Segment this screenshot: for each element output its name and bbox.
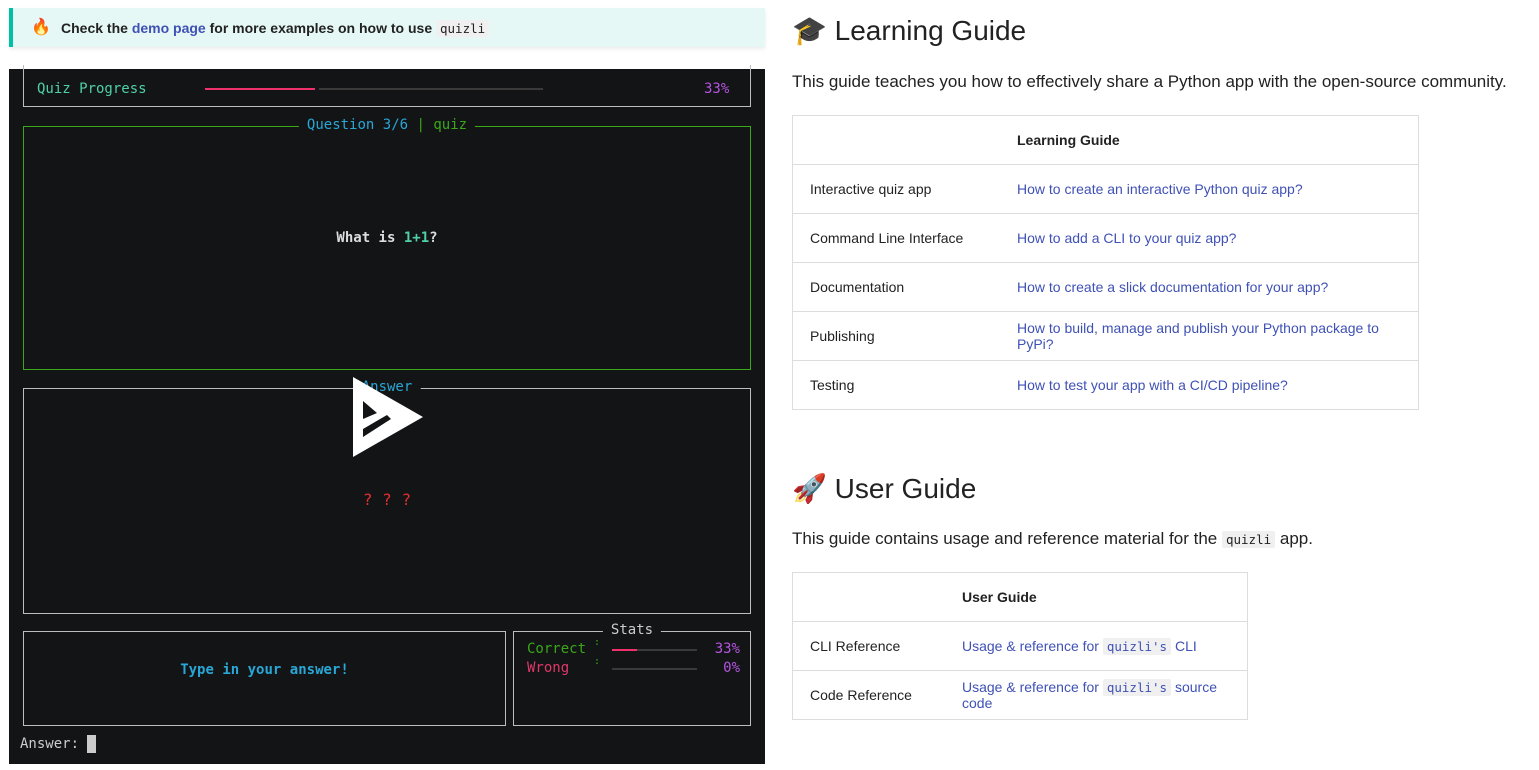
user-guide-table: User Guide CLI Reference Usage & referenc… <box>792 572 1248 720</box>
table-row: Documentation How to create a slick docum… <box>792 262 1419 312</box>
hint-box: Type in your answer! <box>23 631 506 726</box>
guide-link[interactable]: How to test your app with a CI/CD pipeli… <box>1017 377 1288 393</box>
terminal-demo[interactable]: Quiz Progress 33% Question 3/6 | quiz Wh… <box>9 65 765 764</box>
table-row: CLI Reference Usage & reference for quizl… <box>792 621 1248 671</box>
answer-input-cursor[interactable] <box>87 735 96 753</box>
progress-bar-track <box>319 88 543 90</box>
demo-callout: 🔥 Check the demo page for more examples … <box>9 8 765 47</box>
callout-text: for more examples on how to use <box>209 20 433 36</box>
table-row: Code Reference Usage & reference for quiz… <box>792 670 1248 720</box>
table-row: Command Line Interface How to add a CLI t… <box>792 213 1419 263</box>
answer-input-label: Answer: <box>20 736 80 752</box>
row-label: Documentation <box>792 262 1000 312</box>
fire-icon: 🔥 <box>31 19 51 36</box>
stat-bar-track <box>612 668 697 670</box>
stat-label: Wrong <box>527 660 570 676</box>
question-box: Question 3/6 | quiz What is 1+1? <box>23 117 751 370</box>
user-guide-heading: 🚀 User Guide <box>792 473 977 504</box>
stats-title: Stats <box>602 622 662 638</box>
stat-bar-fill <box>612 649 637 651</box>
demo-page-link[interactable]: demo page <box>132 20 206 36</box>
reference-link[interactable]: Usage & reference for quizli's CLI <box>962 638 1197 655</box>
row-label: Publishing <box>792 311 1000 361</box>
row-label: Testing <box>792 360 1000 410</box>
colon-dots: : <box>594 656 601 667</box>
progress-percent: 33% <box>704 81 730 97</box>
guide-link[interactable]: How to create an interactive Python quiz… <box>1017 181 1303 197</box>
table-header: User Guide <box>945 572 1248 622</box>
stat-percent: 0% <box>723 660 740 676</box>
learning-guide-heading: 🎓 Learning Guide <box>792 15 1027 46</box>
question-counter: Question 3/6 <box>306 117 409 133</box>
guide-link[interactable]: How to build, manage and publish your Py… <box>1017 320 1379 352</box>
quiz-name: quiz <box>433 117 468 133</box>
answer-placeholder: ? ? ? <box>362 490 412 509</box>
progress-bar-fill <box>205 88 315 90</box>
answer-hint: Type in your answer! <box>180 662 349 678</box>
row-label: Command Line Interface <box>792 213 1000 263</box>
question-text: What is 1+1? <box>336 230 438 246</box>
guide-link[interactable]: How to add a CLI to your quiz app? <box>1017 230 1236 246</box>
reference-link[interactable]: Usage & reference for quizli's source co… <box>962 679 1217 711</box>
table-row: Publishing How to build, manage and publi… <box>792 311 1419 361</box>
colon-dots: : <box>594 637 601 648</box>
callout-code: quizli <box>436 20 490 37</box>
stat-percent: 33% <box>714 641 740 657</box>
asciinema-play-icon[interactable] <box>353 377 423 457</box>
guide-link[interactable]: How to create a slick documentation for … <box>1017 279 1328 295</box>
stat-label: Correct <box>527 641 587 657</box>
progress-label: Quiz Progress <box>37 81 147 97</box>
learning-guide-table: Learning Guide Interactive quiz app How t… <box>792 115 1419 410</box>
callout-text: Check the <box>61 20 128 36</box>
table-row: Testing How to test your app with a CI/CD… <box>792 360 1419 410</box>
learning-guide-intro: This guide teaches you how to effectivel… <box>792 72 1507 91</box>
separator: | <box>416 117 425 133</box>
row-label: CLI Reference <box>792 621 945 671</box>
table-row: Interactive quiz app How to create an int… <box>792 164 1419 214</box>
table-header: Learning Guide <box>1000 115 1419 165</box>
row-label: Interactive quiz app <box>792 164 1000 214</box>
user-guide-intro: This guide contains usage and reference … <box>792 529 1313 548</box>
row-label: Code Reference <box>792 670 945 720</box>
